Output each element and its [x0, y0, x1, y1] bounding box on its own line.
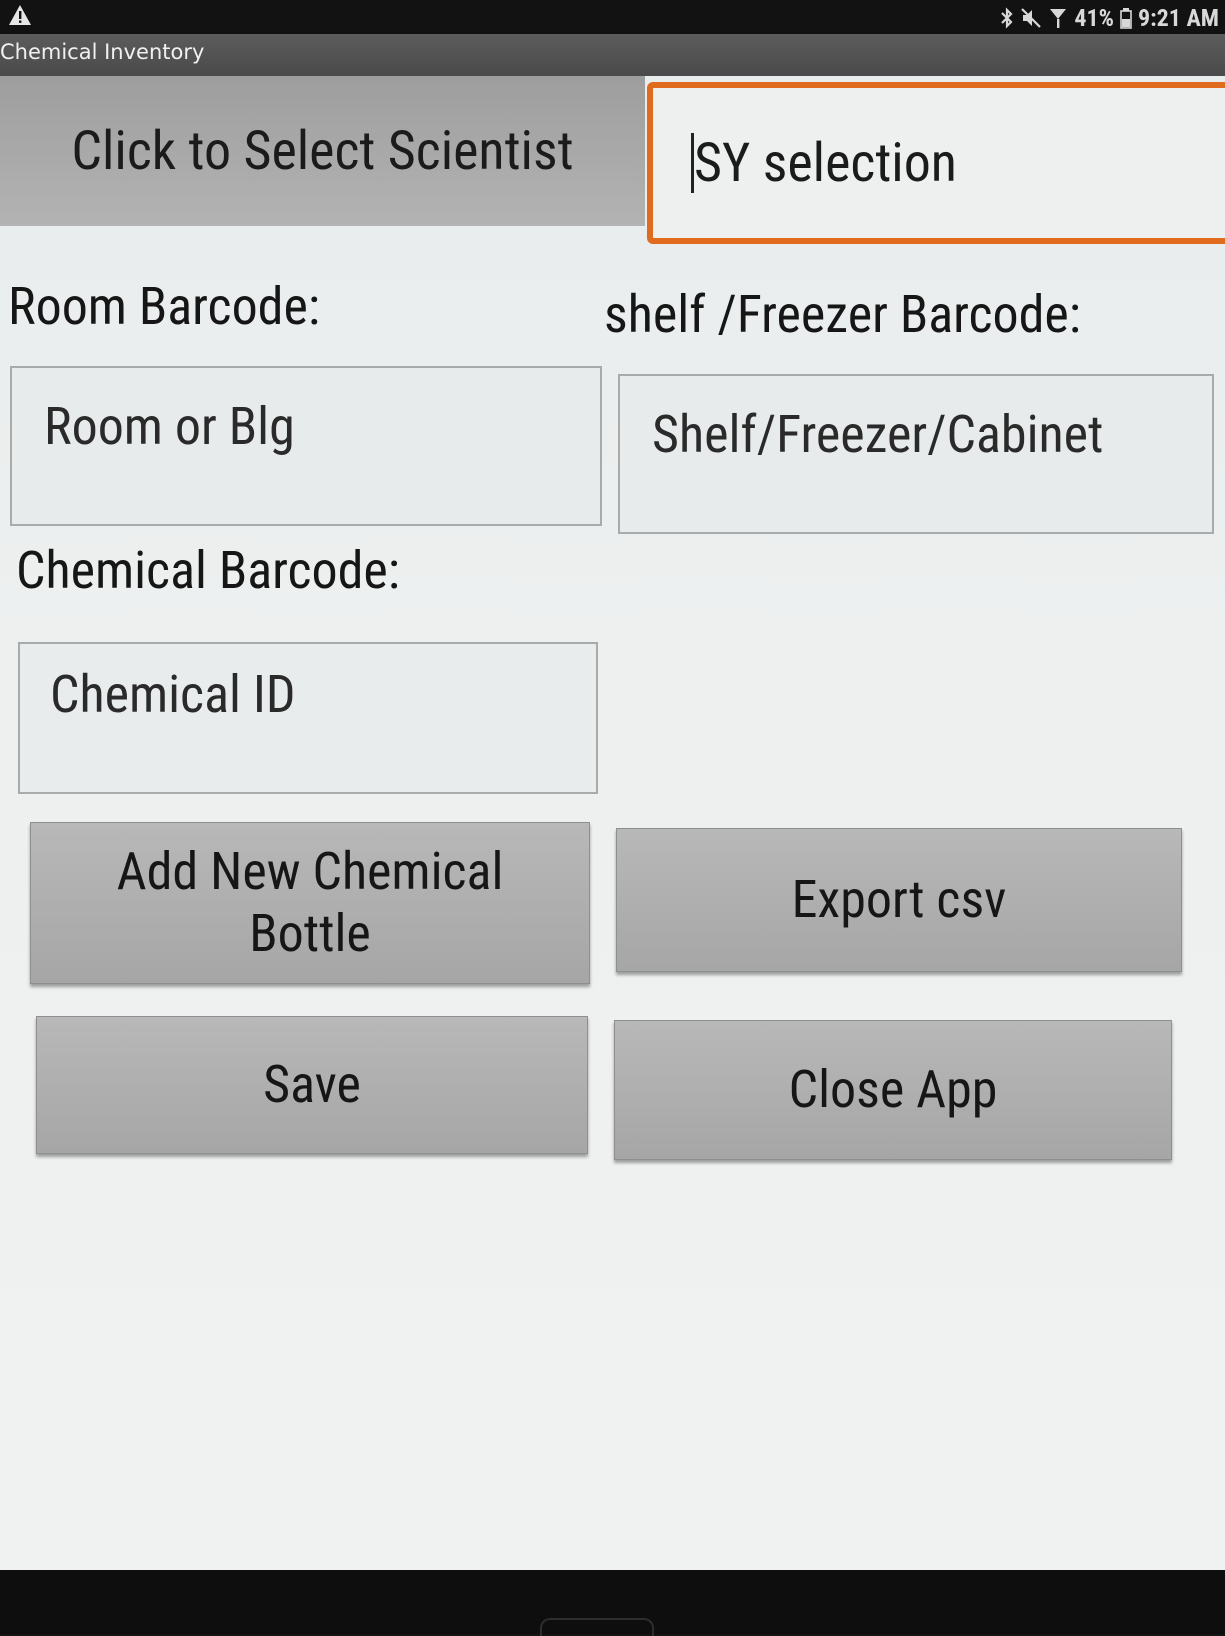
- scientist-selection-value: SY selection: [694, 131, 957, 195]
- room-barcode-label: Room Barcode:: [8, 276, 320, 337]
- signal-icon: [1050, 9, 1067, 28]
- scientist-selection-field[interactable]: SY selection: [647, 82, 1225, 244]
- export-csv-button[interactable]: Export csv: [616, 828, 1182, 972]
- save-button[interactable]: Save: [36, 1016, 588, 1154]
- battery-icon: [1120, 8, 1132, 29]
- close-app-button[interactable]: Close App: [614, 1020, 1172, 1160]
- shelf-barcode-label: shelf /Freezer Barcode:: [604, 284, 1081, 345]
- status-bar: 41% 9:21 AM: [0, 0, 1225, 34]
- main-screen: Click to Select Scientist SY selection R…: [0, 76, 1225, 1570]
- clock: 9:21 AM: [1137, 4, 1219, 32]
- warning-triangle-icon: [9, 5, 31, 25]
- room-barcode-input[interactable]: Room or Blg: [10, 366, 602, 526]
- room-barcode-placeholder: Room or Blg: [44, 396, 295, 457]
- select-scientist-button[interactable]: Click to Select Scientist: [0, 76, 645, 226]
- app-title-bar: Chemical Inventory: [0, 34, 1225, 76]
- status-icons: 41% 9:21 AM: [1000, 4, 1219, 32]
- home-button-icon: [540, 1618, 654, 1636]
- add-new-chemical-button[interactable]: Add New Chemical Bottle: [30, 822, 590, 984]
- shelf-barcode-placeholder: Shelf/Freezer/Cabinet: [652, 404, 1104, 465]
- bluetooth-icon: [1001, 7, 1013, 29]
- mute-icon: [1021, 8, 1042, 28]
- shelf-barcode-input[interactable]: Shelf/Freezer/Cabinet: [618, 374, 1214, 534]
- chemical-barcode-placeholder: Chemical ID: [50, 664, 296, 725]
- chemical-barcode-label: Chemical Barcode:: [16, 540, 400, 601]
- chemical-barcode-input[interactable]: Chemical ID: [18, 642, 598, 794]
- app-title: Chemical Inventory: [0, 40, 205, 64]
- battery-percent: 41%: [1074, 4, 1114, 32]
